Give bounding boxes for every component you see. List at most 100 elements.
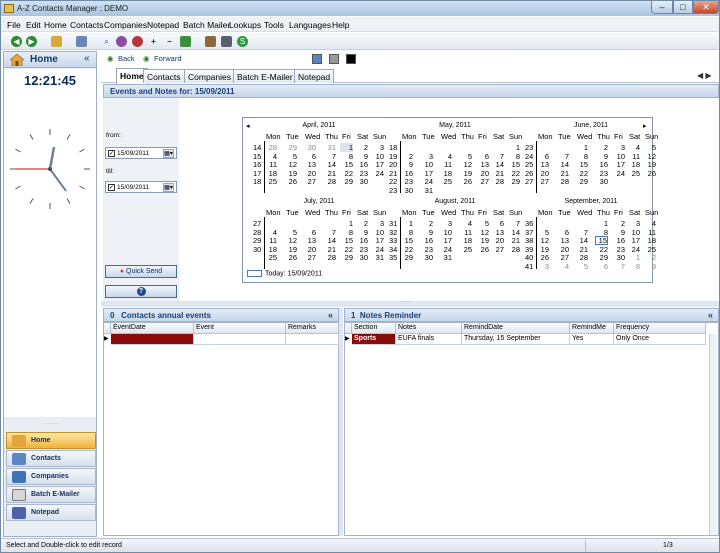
- table-cell[interactable]: [286, 334, 339, 345]
- calendar-dropdown-icon[interactable]: ▦▾: [163, 183, 174, 192]
- export-icon[interactable]: [180, 36, 191, 47]
- calendar-month-title[interactable]: July, 2011: [253, 198, 385, 205]
- quick-send-button[interactable]: ● Quick Send: [105, 265, 177, 278]
- calendar-day[interactable]: 30: [355, 177, 368, 186]
- tab-scroll-arrows[interactable]: ◀ ▶: [697, 71, 712, 80]
- maximize-button[interactable]: □: [673, 1, 693, 14]
- calendar-day[interactable]: 31: [439, 253, 452, 262]
- go-icon[interactable]: S: [237, 36, 248, 47]
- calendar-day[interactable]: 4: [556, 262, 569, 271]
- calendar-day[interactable]: 26: [476, 245, 489, 254]
- calendar-month-title[interactable]: June, 2011: [525, 122, 657, 129]
- calendar-day[interactable]: 28: [323, 253, 336, 262]
- calendar-day[interactable]: 26: [643, 169, 656, 178]
- collapse-left-icon[interactable]: «: [84, 53, 90, 64]
- calendar-today[interactable]: Today: 15/09/2011: [247, 270, 322, 277]
- calendar-day[interactable]: 26: [284, 253, 297, 262]
- tab-companies[interactable]: Companies: [184, 69, 235, 83]
- calendar-day[interactable]: 30: [595, 177, 608, 186]
- calendar-day[interactable]: 24: [612, 169, 625, 178]
- color-swatch-gray[interactable]: [329, 54, 339, 64]
- menu-languages[interactable]: Languages: [289, 20, 331, 30]
- close-button[interactable]: ✕: [693, 1, 719, 14]
- collapse-annual-icon[interactable]: «: [328, 310, 333, 320]
- from-date-checkbox[interactable]: ✓: [108, 150, 115, 157]
- refresh-icon[interactable]: [132, 36, 143, 47]
- calendar-day[interactable]: 30: [400, 186, 413, 195]
- menu-file[interactable]: File: [7, 20, 21, 30]
- calendar-month-title[interactable]: May, 2011: [389, 122, 521, 129]
- print-icon[interactable]: [205, 36, 216, 47]
- calendar-day[interactable]: 29: [340, 177, 353, 186]
- calendar-day[interactable]: 30: [420, 253, 433, 262]
- color-swatch-blue[interactable]: [312, 54, 322, 64]
- add-icon[interactable]: +: [148, 36, 159, 47]
- notes-scrollbar[interactable]: [709, 334, 717, 535]
- calendar-month-title[interactable]: April, 2011: [253, 122, 385, 129]
- color-swatch-black[interactable]: [346, 54, 356, 64]
- calendar-day[interactable]: 25: [459, 245, 472, 254]
- menu-notepad[interactable]: Notepad: [147, 20, 179, 30]
- nav-batch-emailer-button[interactable]: Batch E-Mailer: [6, 486, 96, 503]
- calendar-day[interactable]: 25: [264, 177, 277, 186]
- help-button[interactable]: ?: [105, 285, 177, 298]
- collapse-notes-icon[interactable]: «: [708, 310, 713, 320]
- vertical-splitter[interactable]: [339, 308, 343, 536]
- calendar-day[interactable]: 24: [371, 169, 384, 178]
- from-date-picker[interactable]: ✓ 15/09/2011 ▦▾: [105, 147, 177, 159]
- calendar-day[interactable]: 28: [491, 177, 504, 186]
- calendar-day[interactable]: 29: [340, 253, 353, 262]
- calendar-day[interactable]: 29: [400, 253, 413, 262]
- tab-contacts[interactable]: Contacts: [143, 69, 185, 83]
- calendar-day[interactable]: 9: [643, 262, 656, 271]
- users-icon[interactable]: [116, 36, 127, 47]
- back-icon[interactable]: ◀: [11, 36, 22, 47]
- col-remindme[interactable]: RemindMe: [570, 323, 614, 334]
- col-event[interactable]: Event: [194, 323, 286, 334]
- tab-batch-emailer[interactable]: Batch E-Mailer: [233, 69, 297, 83]
- col-section[interactable]: Section: [352, 323, 396, 334]
- calendar-day[interactable]: 28: [323, 177, 336, 186]
- copy-icon[interactable]: [76, 36, 87, 47]
- search-icon[interactable]: ⌕: [101, 36, 112, 47]
- horizontal-splitter[interactable]: ·····: [101, 299, 719, 307]
- till-date-picker[interactable]: ✓ 15/09/2011 ▦▾: [105, 181, 177, 193]
- calendar-day[interactable]: 25: [627, 169, 640, 178]
- calendar-dropdown-icon[interactable]: ▦▾: [163, 149, 174, 158]
- calendar-day[interactable]: 28: [556, 177, 569, 186]
- tab-notepad[interactable]: Notepad: [294, 69, 335, 83]
- menu-edit[interactable]: Edit: [26, 20, 41, 30]
- calendar-day[interactable]: 31: [371, 253, 384, 262]
- back-link[interactable]: Back: [118, 54, 135, 63]
- remove-icon[interactable]: –: [164, 36, 175, 47]
- table-cell-reminddate[interactable]: Thursday, 15 September: [462, 334, 570, 345]
- nav-notepad-button[interactable]: Notepad: [6, 504, 96, 521]
- col-notes[interactable]: Notes: [396, 323, 462, 334]
- menu-lookups[interactable]: Lookups: [229, 20, 261, 30]
- nav-companies-button[interactable]: Companies: [6, 468, 96, 485]
- calendar-day[interactable]: 6: [595, 262, 608, 271]
- col-frequency[interactable]: Frequency: [614, 323, 706, 334]
- forward-icon[interactable]: ▶: [26, 36, 37, 47]
- table-cell-section[interactable]: Sports: [352, 334, 396, 345]
- edit-icon[interactable]: [51, 36, 62, 47]
- calendar-day[interactable]: 27: [491, 245, 504, 254]
- table-cell[interactable]: [111, 334, 194, 345]
- menu-home[interactable]: Home: [44, 20, 67, 30]
- calendar-day[interactable]: 30: [355, 253, 368, 262]
- calendar-day[interactable]: 25: [439, 177, 452, 186]
- minimize-button[interactable]: –: [651, 1, 673, 14]
- forward-link[interactable]: Forward: [154, 54, 182, 63]
- menu-batch-mailer[interactable]: Batch Mailer: [183, 20, 230, 30]
- calendar-month-title[interactable]: September, 2011: [525, 198, 657, 205]
- menu-companies[interactable]: Companies: [104, 20, 147, 30]
- nav-contacts-button[interactable]: Contacts: [6, 450, 96, 467]
- calendar-day[interactable]: 27: [536, 177, 549, 186]
- calendar-prev-icon[interactable]: ◂: [246, 122, 250, 130]
- col-reminddate[interactable]: RemindDate: [462, 323, 570, 334]
- back-arrow-icon[interactable]: ◉: [107, 54, 114, 63]
- calendar-month-title[interactable]: August, 2011: [389, 198, 521, 205]
- menu-tools[interactable]: Tools: [264, 20, 284, 30]
- menu-help[interactable]: Help: [332, 20, 349, 30]
- calendar-day[interactable]: 27: [303, 253, 316, 262]
